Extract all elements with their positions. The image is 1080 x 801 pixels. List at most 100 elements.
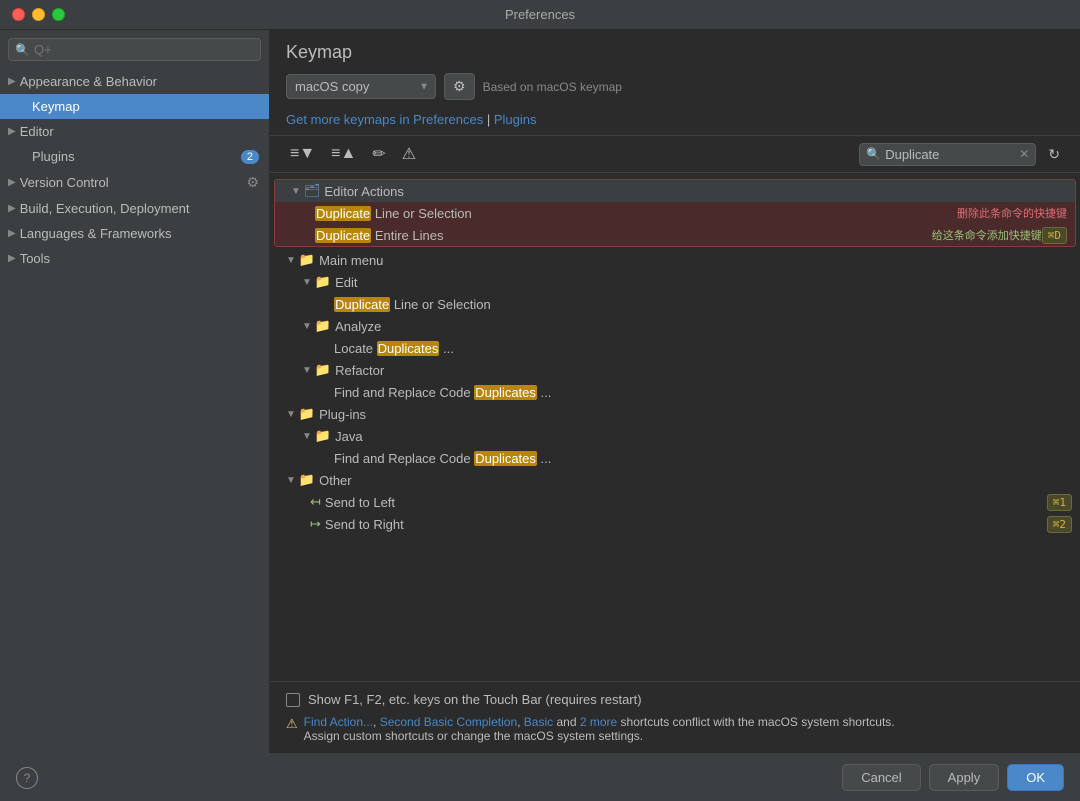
tree-row-send-left[interactable]: ↤ Send to Left ⌘1 xyxy=(270,491,1080,513)
main-content: Keymap macOS copy ▼ ⚙ Based on macOS key… xyxy=(270,30,1080,753)
conflict-action-remove: 删除此条命令的快捷键 xyxy=(957,205,1067,221)
sidebar-item-version-control[interactable]: ▶ Version Control ⚙ xyxy=(0,169,269,196)
label-pre: Locate xyxy=(334,341,377,356)
get-more-keymaps-link[interactable]: Get more keymaps in Preferences xyxy=(286,112,483,127)
sidebar-item-build[interactable]: ▶ Build, Execution, Deployment xyxy=(0,196,269,221)
tree-row-other[interactable]: ▼ 📁 Other xyxy=(270,469,1080,491)
shortcut-badge-cmd-1: ⌘1 xyxy=(1047,494,1072,511)
tree-label-duplicate-entire: Duplicate Entire Lines xyxy=(315,228,912,243)
folder-icon: 📁 xyxy=(299,406,315,422)
tree-row-locate-duplicates[interactable]: Locate Duplicates ... xyxy=(270,337,1080,359)
search-clear-icon[interactable]: ✕ xyxy=(1019,147,1029,161)
minimize-button[interactable] xyxy=(32,8,45,21)
warning-link-basic[interactable]: Basic xyxy=(524,715,553,729)
label-rest: Line or Selection xyxy=(394,297,491,312)
editor-actions-icon: 🗂 xyxy=(304,183,321,199)
chevron-down-icon[interactable]: ▼ xyxy=(302,431,312,442)
sidebar-item-label: Build, Execution, Deployment xyxy=(20,201,190,216)
keymap-search-input[interactable] xyxy=(885,147,1015,162)
warning-link-find-action[interactable]: Find Action... xyxy=(304,715,373,729)
traffic-lights xyxy=(12,8,65,21)
tree-label-duplicate-line: Duplicate Line or Selection xyxy=(315,206,937,221)
tree-row-editor-actions[interactable]: ▼ 🗂 Editor Actions xyxy=(275,180,1075,202)
get-more-bar: Get more keymaps in Preferences | Plugin… xyxy=(270,108,1080,136)
label-rest: Entire Lines xyxy=(375,228,444,243)
touch-bar-checkbox[interactable] xyxy=(286,693,300,707)
tree-label-find-replace-refactor: Find and Replace Code Duplicates ... xyxy=(334,385,1072,400)
chevron-down-icon[interactable]: ▼ xyxy=(302,277,312,288)
based-on-label: Based on macOS keymap xyxy=(483,80,622,94)
warning-link-2-more[interactable]: 2 more xyxy=(580,715,617,729)
folder-icon: 📁 xyxy=(315,428,331,444)
close-button[interactable] xyxy=(12,8,25,21)
chevron-right-icon: ▶ xyxy=(8,203,16,214)
sidebar-item-label: Version Control xyxy=(20,175,109,190)
tree-row-edit[interactable]: ▼ 📁 Edit xyxy=(270,271,1080,293)
keymap-toolbar: ≡▼ ≡▲ ✏ ⚠ 🔍 ✕ ↻ xyxy=(270,136,1080,173)
tree-row-refactor[interactable]: ▼ 📁 Refactor xyxy=(270,359,1080,381)
chevron-down-icon[interactable]: ▼ xyxy=(302,365,312,376)
window-title: Preferences xyxy=(505,7,575,22)
tree-row-duplicate-line[interactable]: Duplicate Line or Selection 删除此条命令的快捷键 xyxy=(275,202,1075,224)
tree-label-send-right: Send to Right xyxy=(325,517,1047,532)
sidebar-item-tools[interactable]: ▶ Tools xyxy=(0,246,269,271)
apply-button[interactable]: Apply xyxy=(929,764,1000,791)
sidebar-item-editor[interactable]: ▶ Editor xyxy=(0,119,269,144)
keymap-tree: ▼ 🗂 Editor Actions Duplicate Line or Sel… xyxy=(270,173,1080,681)
maximize-button[interactable] xyxy=(52,8,65,21)
conflict-action-add: 给这条命令添加快捷键 xyxy=(932,227,1042,243)
warning-text: Find Action..., Second Basic Completion,… xyxy=(304,715,895,743)
sidebar-item-label: Appearance & Behavior xyxy=(20,74,157,89)
sidebar-item-label: Tools xyxy=(20,251,50,266)
edit-button[interactable]: ✏ xyxy=(368,142,389,166)
sidebar-search-input[interactable] xyxy=(34,42,254,57)
tree-row-java[interactable]: ▼ 📁 Java xyxy=(270,425,1080,447)
sidebar-item-appearance[interactable]: ▶ Appearance & Behavior xyxy=(0,69,269,94)
chevron-down-icon[interactable]: ▼ xyxy=(286,409,296,420)
keymap-preset-select[interactable]: macOS copy xyxy=(286,74,436,99)
tree-row-main-menu[interactable]: ▼ 📁 Main menu xyxy=(270,249,1080,271)
tree-row-plug-ins[interactable]: ▼ 📁 Plug-ins xyxy=(270,403,1080,425)
folder-icon: 📁 xyxy=(315,318,331,334)
search-field: 🔍 ✕ xyxy=(859,143,1036,166)
tree-row-send-right[interactable]: ↦ Send to Right ⌘2 xyxy=(270,513,1080,535)
vcs-icon: ⚙ xyxy=(246,174,259,191)
tree-row-find-replace-java[interactable]: Find and Replace Code Duplicates ... xyxy=(270,447,1080,469)
chevron-down-icon[interactable]: ▼ xyxy=(302,321,312,332)
warning-link-second-basic[interactable]: Second Basic Completion xyxy=(380,715,517,729)
sidebar-item-languages[interactable]: ▶ Languages & Frameworks xyxy=(0,221,269,246)
chevron-down-icon[interactable]: ▼ xyxy=(286,475,296,486)
folder-icon: 📁 xyxy=(315,362,331,378)
cancel-button[interactable]: Cancel xyxy=(842,764,920,791)
send-left-icon: ↤ xyxy=(310,494,321,510)
highlight-duplicates: Duplicates xyxy=(474,451,537,466)
keymap-gear-button[interactable]: ⚙ xyxy=(444,73,475,100)
filter-conflicts-button[interactable]: ⚠ xyxy=(398,142,420,166)
folder-icon: 📁 xyxy=(315,274,331,290)
ok-button[interactable]: OK xyxy=(1007,764,1064,791)
help-button[interactable]: ? xyxy=(16,767,38,789)
chevron-right-icon: ▶ xyxy=(8,76,16,87)
highlight-duplicates: Duplicates xyxy=(474,385,537,400)
sidebar-item-keymap[interactable]: Keymap xyxy=(0,94,269,119)
highlight-duplicates: Duplicates xyxy=(377,341,440,356)
keymap-header: Keymap macOS copy ▼ ⚙ Based on macOS key… xyxy=(270,30,1080,108)
search-icon: 🔍 xyxy=(15,43,30,57)
collapse-all-button[interactable]: ≡▲ xyxy=(327,143,360,165)
search-options-button[interactable]: ↻ xyxy=(1044,144,1064,165)
expand-all-button[interactable]: ≡▼ xyxy=(286,143,319,165)
tree-row-find-replace-refactor[interactable]: Find and Replace Code Duplicates ... xyxy=(270,381,1080,403)
bottom-bar: Show F1, F2, etc. keys on the Touch Bar … xyxy=(270,681,1080,753)
tree-row-duplicate-line-2[interactable]: Duplicate Line or Selection xyxy=(270,293,1080,315)
sidebar: 🔍 ▶ Appearance & Behavior Keymap ▶ Edito… xyxy=(0,30,270,753)
tree-row-analyze[interactable]: ▼ 📁 Analyze xyxy=(270,315,1080,337)
sidebar-search-box[interactable]: 🔍 xyxy=(8,38,261,61)
separator: | xyxy=(487,112,494,127)
plugins-link[interactable]: Plugins xyxy=(494,112,537,127)
folder-icon: 📁 xyxy=(299,252,315,268)
chevron-down-icon[interactable]: ▼ xyxy=(291,186,301,197)
chevron-down-icon[interactable]: ▼ xyxy=(286,255,296,266)
tree-label-other: Other xyxy=(319,473,1072,488)
tree-row-duplicate-entire[interactable]: Duplicate Entire Lines 给这条命令添加快捷键 ⌘D xyxy=(275,224,1075,246)
sidebar-item-plugins[interactable]: Plugins 2 xyxy=(0,144,269,169)
